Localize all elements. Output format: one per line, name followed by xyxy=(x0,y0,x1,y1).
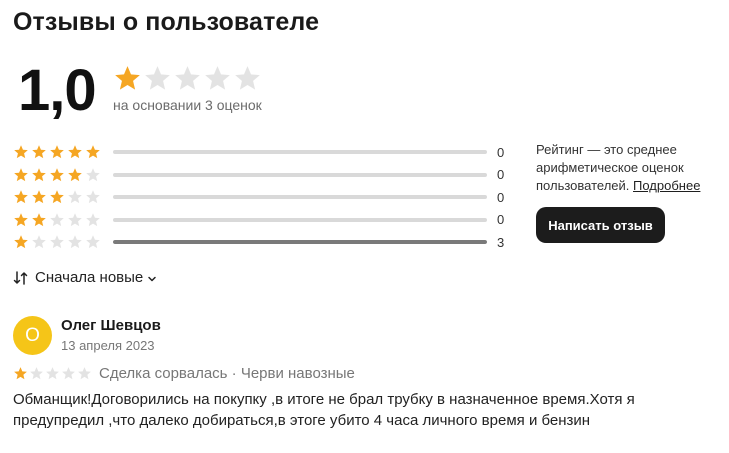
rating-info: Рейтинг — это среднее арифметическое оце… xyxy=(536,141,726,195)
star-empty-icon xyxy=(205,66,230,90)
star-filled-icon xyxy=(32,212,46,226)
star-empty-icon xyxy=(86,167,100,181)
star-empty-icon xyxy=(68,235,82,249)
star-empty-icon xyxy=(46,367,59,380)
star-filled-icon xyxy=(14,235,28,249)
star-filled-icon xyxy=(14,145,28,159)
star-filled-icon xyxy=(86,145,100,159)
star-empty-icon xyxy=(86,190,100,204)
distribution-stars xyxy=(13,189,113,205)
rating-distribution: 0 0 0 0 3 xyxy=(13,141,513,254)
star-empty-icon xyxy=(78,367,91,380)
distribution-bar xyxy=(113,172,487,177)
star-filled-icon xyxy=(32,190,46,204)
star-filled-icon xyxy=(68,145,82,159)
star-filled-icon xyxy=(14,212,28,226)
sort-icon xyxy=(13,270,28,285)
star-filled-icon xyxy=(115,66,140,90)
distribution-row-3[interactable]: 0 xyxy=(13,186,513,209)
distribution-row-4[interactable]: 0 xyxy=(13,164,513,187)
distribution-count: 0 xyxy=(497,144,505,160)
distribution-count: 0 xyxy=(497,167,505,183)
distribution-bar xyxy=(113,150,487,155)
sort-label: Сначала новые xyxy=(35,269,144,286)
star-filled-icon xyxy=(50,167,64,181)
star-empty-icon xyxy=(30,367,43,380)
distribution-bar xyxy=(113,217,487,222)
star-empty-icon xyxy=(235,66,260,90)
star-filled-icon xyxy=(68,167,82,181)
average-rating-stars xyxy=(113,64,262,93)
star-empty-icon xyxy=(175,66,200,90)
star-filled-icon xyxy=(14,167,28,181)
avatar[interactable]: О xyxy=(13,316,52,355)
review-tags: Сделка сорвалась · Черви навозные xyxy=(99,365,355,382)
chevron-down-icon xyxy=(148,276,157,281)
review-date: 13 апреля 2023 xyxy=(61,338,155,353)
star-filled-icon xyxy=(32,145,46,159)
star-empty-icon xyxy=(86,235,100,249)
distribution-bar xyxy=(113,240,487,245)
distribution-bar xyxy=(113,195,487,200)
distribution-stars xyxy=(13,212,113,228)
star-empty-icon xyxy=(32,235,46,249)
star-empty-icon xyxy=(145,66,170,90)
star-filled-icon xyxy=(50,145,64,159)
star-empty-icon xyxy=(86,212,100,226)
distribution-count: 0 xyxy=(497,212,505,228)
star-filled-icon xyxy=(32,167,46,181)
star-empty-icon xyxy=(50,235,64,249)
page-title: Отзывы о пользователе xyxy=(13,8,320,36)
distribution-row-2[interactable]: 0 xyxy=(13,209,513,232)
distribution-row-5[interactable]: 0 xyxy=(13,141,513,164)
review-text: Обманщик!Договорились на покупку ,в итог… xyxy=(13,391,635,429)
star-filled-icon xyxy=(50,190,64,204)
review-author[interactable]: Олег Шевцов xyxy=(61,317,161,334)
average-rating: 1,0 xyxy=(18,58,97,123)
sort-dropdown[interactable]: Сначала новые xyxy=(13,269,157,286)
distribution-count: 0 xyxy=(497,189,505,205)
star-filled-icon xyxy=(14,367,27,380)
distribution-stars xyxy=(13,167,113,183)
distribution-row-1[interactable]: 3 xyxy=(13,231,513,254)
star-empty-icon xyxy=(50,212,64,226)
star-empty-icon xyxy=(68,212,82,226)
distribution-bar-fill xyxy=(113,240,487,245)
more-info-link[interactable]: Подробнее xyxy=(633,178,700,193)
star-empty-icon xyxy=(62,367,75,380)
ratings-count-text: на основании 3 оценок xyxy=(113,97,262,113)
review-stars xyxy=(13,366,92,381)
distribution-stars xyxy=(13,234,113,250)
star-empty-icon xyxy=(68,190,82,204)
distribution-count: 3 xyxy=(497,234,505,250)
write-review-button[interactable]: Написать отзыв xyxy=(536,207,665,243)
star-filled-icon xyxy=(14,190,28,204)
distribution-stars xyxy=(13,144,113,160)
